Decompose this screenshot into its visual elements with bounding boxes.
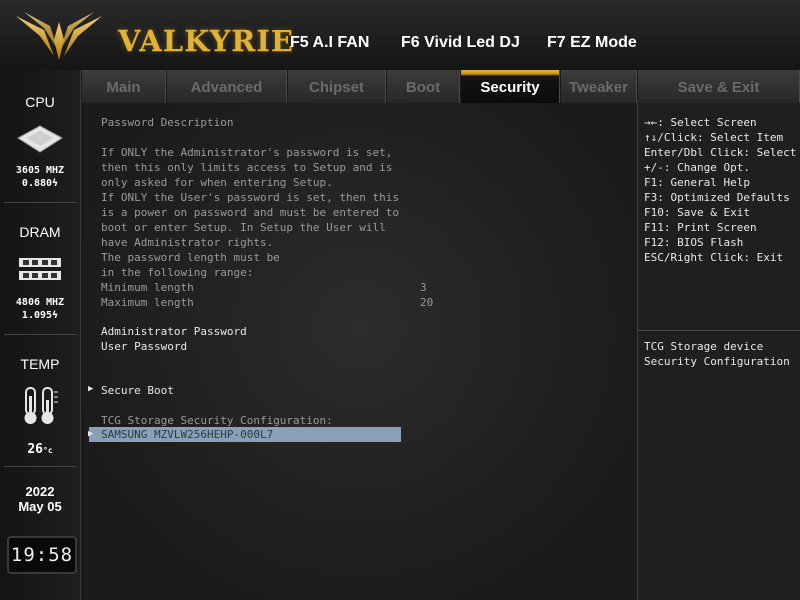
max-length-label: Maximum length	[101, 296, 194, 309]
tab-security[interactable]: Security	[460, 70, 560, 103]
help-key-line: →←: Select Screen	[644, 116, 757, 129]
dram-readings: 4806 MHZ 1.095ϟ	[0, 296, 80, 322]
sidebar-divider	[4, 334, 76, 335]
header-bar: VALKYRIE F5 A.I FAN F6 Vivid Led DJ F7 E…	[0, 0, 800, 71]
cpu-voltage-line: 0.880ϟ	[0, 177, 80, 190]
tab-advanced[interactable]: Advanced	[166, 70, 287, 103]
ai-fan-hotkey[interactable]: F5 A.I FAN	[290, 34, 369, 52]
ram-module-icon	[19, 258, 61, 280]
date-month-day: May 05	[18, 499, 62, 514]
temp-reading: 26°c	[0, 438, 80, 457]
help-divider	[638, 330, 800, 331]
help-key-line: F12: BIOS Flash	[644, 236, 744, 249]
description-line: have Administrator rights.	[101, 236, 274, 249]
dram-voltage-line: 1.095ϟ	[0, 309, 80, 322]
tab-save-exit[interactable]: Save & Exit	[637, 70, 800, 103]
min-length-label: Minimum length	[101, 281, 194, 294]
tcg-section-header: TCG Storage Security Configuration:	[101, 414, 333, 427]
description-line: boot or enter Setup. In Setup the User w…	[101, 221, 386, 234]
item-help-line: TCG Storage device	[644, 340, 764, 353]
help-key-line: ESC/Right Click: Exit	[644, 251, 784, 264]
administrator-password-item[interactable]: Administrator Password	[101, 324, 247, 339]
security-settings-panel: Password Description If ONLY the Adminis…	[81, 103, 638, 600]
description-line: in the following range:	[101, 266, 254, 279]
description-line: is a power on password and must be enter…	[101, 206, 400, 219]
sidebar-divider	[4, 202, 76, 203]
voltage-bolt-icon: ϟ	[52, 310, 59, 321]
help-key-line: ↑↓/Click: Select Item	[644, 131, 784, 144]
tab-bar: Main Advanced Chipset Boot Security Twea…	[81, 70, 800, 103]
cpu-title: CPU	[25, 94, 55, 110]
help-key-line: F11: Print Screen	[644, 221, 757, 234]
help-key-line: F1: General Help	[644, 176, 750, 189]
temp-value: 26	[27, 442, 43, 457]
dram-title: DRAM	[19, 224, 61, 240]
help-panel: →←: Select Screen ↑↓/Click: Select Item …	[638, 103, 800, 600]
tcg-device-item[interactable]: SAMSUNG MZVLW256HEHP-000L7	[101, 427, 273, 442]
item-help-line: Security Configuration	[644, 355, 790, 368]
dram-voltage: 1.095	[21, 310, 53, 321]
description-line: If ONLY the Administrator's password is …	[101, 146, 393, 159]
dram-frequency: 4806 MHZ	[15, 297, 65, 308]
thermometer-icon	[24, 387, 58, 424]
tab-main[interactable]: Main	[81, 70, 166, 103]
cpu-frequency: 3605 MHZ	[15, 165, 65, 176]
help-key-line: +/-: Change Opt.	[644, 161, 750, 174]
cpu-section: CPU	[0, 94, 80, 110]
date-section: 2022 May 05	[0, 484, 80, 514]
description-line: then this only limits access to Setup an…	[101, 161, 393, 174]
vivid-led-dj-hotkey[interactable]: F6 Vivid Led DJ	[401, 34, 520, 52]
clock-display: 19:58	[7, 536, 77, 574]
help-key-line: Enter/Dbl Click: Select	[644, 146, 797, 159]
description-line: only asked for when entering Setup.	[101, 176, 333, 189]
description-line: The password length must be	[101, 251, 280, 264]
max-length-value: 20	[420, 296, 434, 309]
secure-boot-item[interactable]: Secure Boot	[101, 383, 174, 398]
tab-tweaker[interactable]: Tweaker	[560, 70, 637, 103]
temp-title: TEMP	[20, 356, 60, 372]
help-key-line: F3: Optimized Defaults	[644, 191, 790, 204]
cpu-voltage: 0.880	[21, 178, 53, 189]
cpu-chip-icon	[17, 125, 63, 153]
min-length-value: 3	[420, 281, 427, 294]
help-key-line: F10: Save & Exit	[644, 206, 750, 219]
cpu-readings: 3605 MHZ 0.880ϟ	[0, 164, 80, 190]
brand-logo-text: VALKYRIE	[118, 24, 295, 58]
ez-mode-hotkey[interactable]: F7 EZ Mode	[547, 34, 637, 52]
sidebar-divider	[4, 466, 76, 467]
dram-section: DRAM	[0, 224, 80, 240]
tab-boot[interactable]: Boot	[386, 70, 460, 103]
description-line: If ONLY the User's password is set, then…	[101, 191, 400, 204]
submenu-arrow-icon: ▶	[88, 429, 94, 439]
valkyrie-wing-logo-icon	[16, 12, 102, 60]
description-line: Password Description	[101, 116, 234, 129]
submenu-arrow-icon: ▶	[88, 384, 94, 394]
temp-section: TEMP	[0, 356, 80, 372]
voltage-bolt-icon: ϟ	[52, 178, 59, 189]
date-year: 2022	[25, 484, 55, 499]
tab-chipset[interactable]: Chipset	[287, 70, 386, 103]
user-password-item[interactable]: User Password	[101, 339, 187, 354]
status-sidebar: CPU 3605 MHZ 0.880ϟ DRAM 4806 MHZ 1.095ϟ…	[0, 70, 81, 600]
temp-unit: °c	[43, 446, 53, 455]
